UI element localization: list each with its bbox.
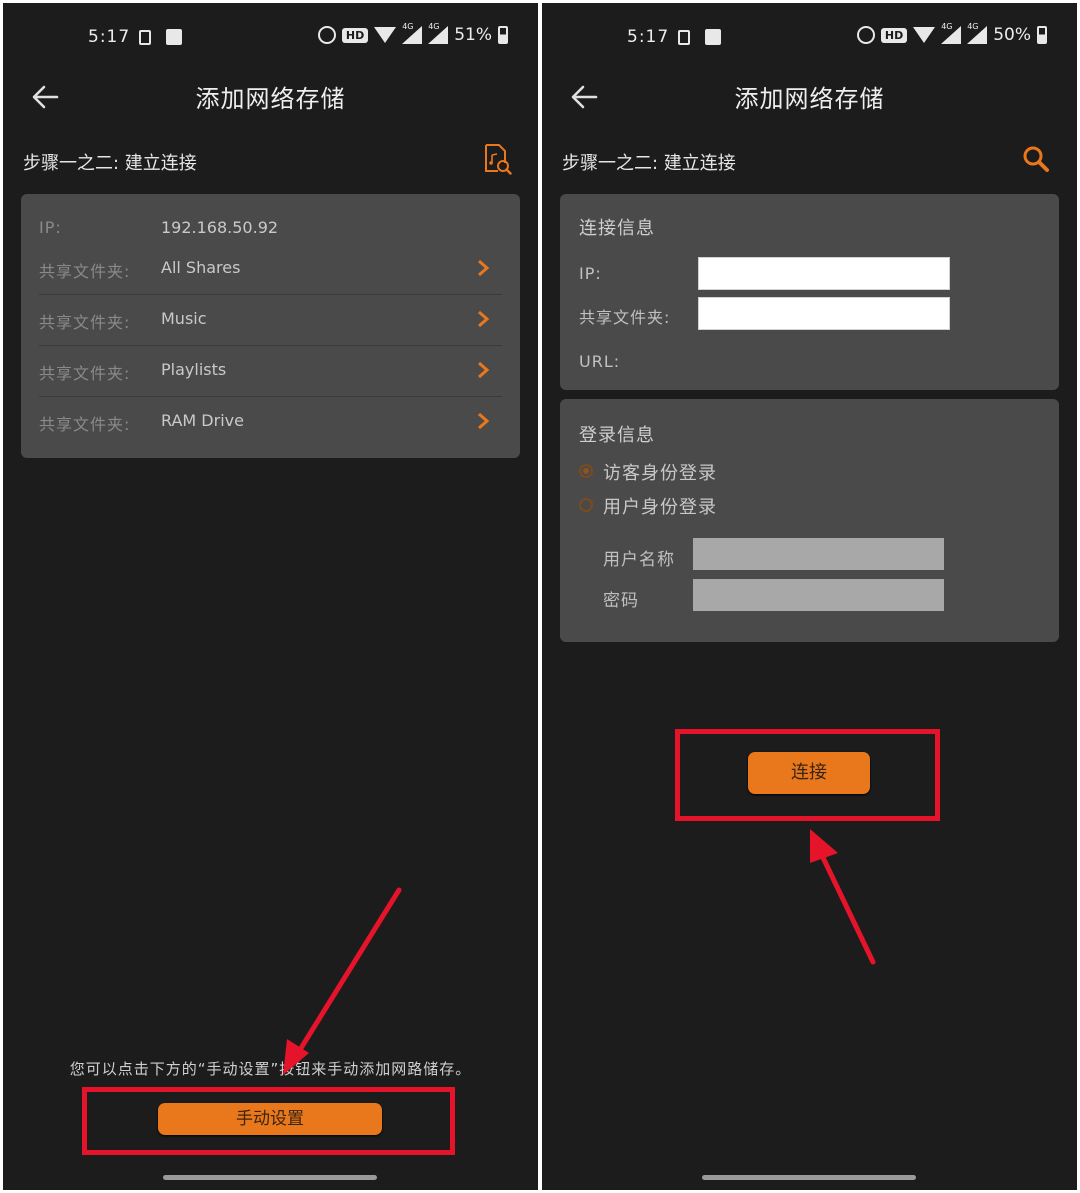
phone-screen-left: 5:17 HD 4G 4G 51% 添加网络存储 步骤一之二: 建立连接 IP:… xyxy=(3,3,538,1190)
red-arrow-annotation xyxy=(283,887,402,1075)
phone-screen-right: 5:17 HD 4G 4G 50% 添加网络存储 步骤一之二: 建立连接 连接信… xyxy=(542,3,1077,1190)
red-arrow-annotation xyxy=(810,829,876,965)
